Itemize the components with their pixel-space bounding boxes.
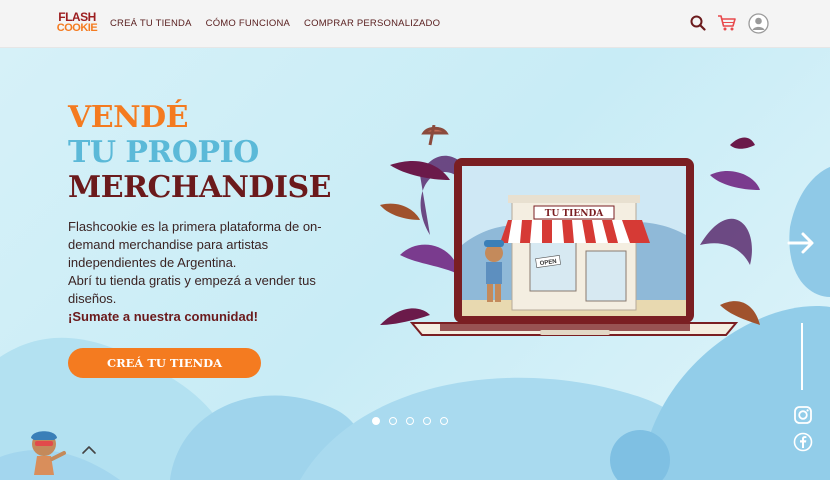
nav-link-crea-tu-tienda[interactable]: CREÁ TU TIENDA <box>110 18 192 29</box>
search-icon[interactable] <box>687 12 709 34</box>
brand-logo[interactable]: FLASH COOKIE <box>56 11 98 34</box>
top-navbar: FLASH COOKIE CREÁ TU TIENDA CÓMO FUNCION… <box>0 0 830 48</box>
hero-title: VENDÉ TU PROPIO MERCHANDISE <box>68 100 332 205</box>
scroll-top-button[interactable] <box>80 443 98 457</box>
nav-link-como-funciona[interactable]: CÓMO FUNCIONA <box>206 18 290 29</box>
hero-title-line-1: VENDÉ <box>68 100 188 135</box>
hero-description-text: Flashcookie es la primera plataforma de … <box>68 219 322 270</box>
arrow-right-icon <box>787 232 814 254</box>
instagram-icon <box>794 406 812 424</box>
carousel-dot-2[interactable] <box>389 417 397 425</box>
hero-title-line-3: MERCHANDISE <box>68 170 332 205</box>
hero-highlight: ¡Sumate a nuestra comunidad! <box>68 309 258 324</box>
side-divider-line <box>801 323 803 390</box>
facebook-icon <box>793 432 813 452</box>
carousel-dot-1[interactable] <box>372 417 380 425</box>
main-menu: CREÁ TU TIENDA CÓMO FUNCIONA COMPRAR PER… <box>110 18 440 29</box>
carousel-dots <box>372 417 448 425</box>
mascot-avatar <box>24 427 70 477</box>
carousel-dot-4[interactable] <box>423 417 431 425</box>
carousel-next-arrow[interactable] <box>785 227 817 259</box>
hero-banner: VENDÉ TU PROPIO MERCHANDISE Flashcookie … <box>0 47 830 480</box>
carousel-dot-3[interactable] <box>406 417 414 425</box>
laptop-illustration: TU TIENDA OPEN <box>380 125 760 336</box>
hero-title-line-2: TU PROPIO <box>68 135 259 170</box>
hero-description-text-2: Abrí tu tienda gratis y empezá a vender … <box>68 273 316 306</box>
create-store-button[interactable]: CREÁ TU TIENDA <box>68 348 261 378</box>
facebook-link[interactable] <box>793 432 813 452</box>
instagram-link[interactable] <box>793 405 813 425</box>
cart-icon[interactable] <box>716 12 738 34</box>
logo-line-2: COOKIE <box>56 22 98 34</box>
chevron-up-icon <box>82 446 96 454</box>
carousel-dot-5[interactable] <box>440 417 448 425</box>
user-icon[interactable] <box>747 12 769 34</box>
store-sign-text: TU TIENDA <box>545 209 604 219</box>
nav-link-comprar-personalizado[interactable]: COMPRAR PERSONALIZADO <box>304 18 440 29</box>
hero-description: Flashcookie es la primera plataforma de … <box>68 218 338 326</box>
